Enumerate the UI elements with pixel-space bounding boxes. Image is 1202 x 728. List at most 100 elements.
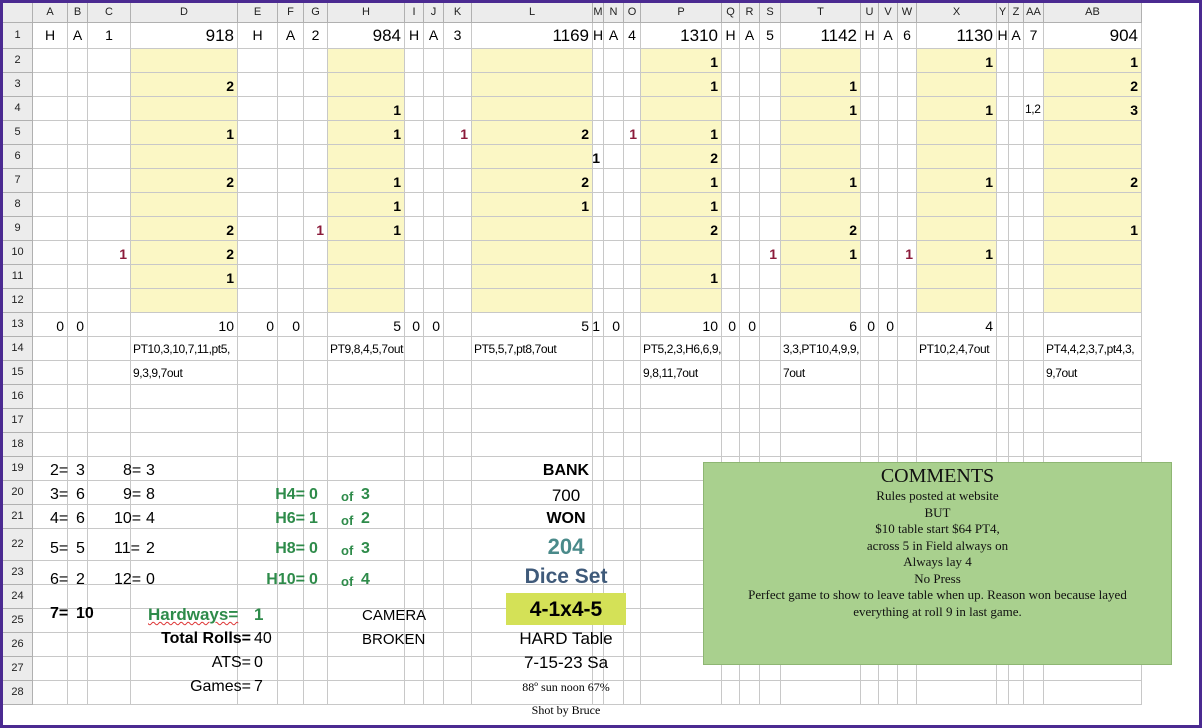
cell-v5[interactable] [879, 121, 898, 145]
cell-l1[interactable]: 1169 [472, 23, 593, 49]
cell-b7[interactable] [68, 169, 88, 193]
cell-e3[interactable] [238, 73, 278, 97]
cell-x28[interactable] [917, 681, 997, 705]
column-header-e[interactable]: E [238, 3, 278, 23]
cell-c3[interactable] [88, 73, 131, 97]
column-header-b[interactable]: B [68, 3, 88, 23]
cell-u7[interactable] [861, 169, 879, 193]
cell-k24[interactable] [444, 585, 472, 609]
cell-x13[interactable]: 4 [917, 313, 997, 337]
cell-i5[interactable] [405, 121, 424, 145]
cell-j25[interactable] [424, 609, 444, 633]
cell-o16[interactable] [624, 385, 641, 409]
cell-y15[interactable] [997, 361, 1009, 385]
cell-i6[interactable] [405, 145, 424, 169]
cell-v11[interactable] [879, 265, 898, 289]
column-header-q[interactable]: Q [722, 3, 740, 23]
cell-ab13[interactable] [1044, 313, 1142, 337]
cell-j2[interactable] [424, 49, 444, 73]
cell-t12[interactable] [781, 289, 861, 313]
cell-w7[interactable] [898, 169, 917, 193]
row-header-8[interactable]: 8 [3, 193, 33, 217]
cell-d3[interactable]: 2 [131, 73, 238, 97]
cell-c15[interactable] [88, 361, 131, 385]
cell-f12[interactable] [278, 289, 304, 313]
cell-p1[interactable]: 1310 [641, 23, 722, 49]
cell-p28[interactable] [641, 681, 722, 705]
cell-l3[interactable] [472, 73, 593, 97]
cell-t5[interactable] [781, 121, 861, 145]
cell-w9[interactable] [898, 217, 917, 241]
cell-l5[interactable]: 2 [472, 121, 593, 145]
cell-k15[interactable] [444, 361, 472, 385]
cell-z6[interactable] [1009, 145, 1024, 169]
cell-s10[interactable]: 1 [760, 241, 781, 265]
cell-f25[interactable] [278, 609, 304, 633]
cell-k23[interactable] [444, 561, 472, 585]
cell-b18[interactable] [68, 433, 88, 457]
cell-i14[interactable] [405, 337, 424, 361]
cell-m17[interactable] [593, 409, 604, 433]
cell-v13[interactable]: 0 [879, 313, 898, 337]
cell-c7[interactable] [88, 169, 131, 193]
cell-n4[interactable] [604, 97, 624, 121]
cell-c2[interactable] [88, 49, 131, 73]
cell-f19[interactable] [278, 457, 304, 481]
cell-f7[interactable] [278, 169, 304, 193]
cell-w3[interactable] [898, 73, 917, 97]
cell-e15[interactable] [238, 361, 278, 385]
cell-y16[interactable] [997, 385, 1009, 409]
cell-o4[interactable] [624, 97, 641, 121]
row-header-4[interactable]: 4 [3, 97, 33, 121]
cell-t8[interactable] [781, 193, 861, 217]
cell-y11[interactable] [997, 265, 1009, 289]
cell-g25[interactable] [304, 609, 328, 633]
cell-k3[interactable] [444, 73, 472, 97]
cell-p4[interactable] [641, 97, 722, 121]
cell-t1[interactable]: 1142 [781, 23, 861, 49]
cell-y1[interactable]: H [997, 23, 1009, 49]
cell-y28[interactable] [997, 681, 1009, 705]
cell-w28[interactable] [898, 681, 917, 705]
cell-i16[interactable] [405, 385, 424, 409]
column-header-a[interactable]: A [33, 3, 68, 23]
cell-z17[interactable] [1009, 409, 1024, 433]
cell-f16[interactable] [278, 385, 304, 409]
cell-m9[interactable] [593, 217, 604, 241]
cell-w18[interactable] [898, 433, 917, 457]
cell-p17[interactable] [641, 409, 722, 433]
cell-d12[interactable] [131, 289, 238, 313]
cell-y10[interactable] [997, 241, 1009, 265]
cell-ab12[interactable] [1044, 289, 1142, 313]
cell-n14[interactable] [604, 337, 624, 361]
cell-a14[interactable] [33, 337, 68, 361]
cell-z15[interactable] [1009, 361, 1024, 385]
cell-p13[interactable]: 10 [641, 313, 722, 337]
column-header-c[interactable]: C [88, 3, 131, 23]
cell-f2[interactable] [278, 49, 304, 73]
cell-u1[interactable]: H [861, 23, 879, 49]
cell-h15[interactable] [328, 361, 405, 385]
cell-n18[interactable] [604, 433, 624, 457]
cell-n12[interactable] [604, 289, 624, 313]
cell-o21[interactable] [624, 505, 641, 529]
cell-m3[interactable] [593, 73, 604, 97]
cell-c24[interactable] [88, 585, 131, 609]
cell-a16[interactable] [33, 385, 68, 409]
cell-n16[interactable] [604, 385, 624, 409]
cell-d14[interactable]: PT10,3,10,7,11,pt5, [131, 337, 238, 361]
cell-i28[interactable] [405, 681, 424, 705]
cell-b12[interactable] [68, 289, 88, 313]
cell-e7[interactable] [238, 169, 278, 193]
cell-d11[interactable]: 1 [131, 265, 238, 289]
cell-j24[interactable] [424, 585, 444, 609]
cell-o24[interactable] [624, 585, 641, 609]
cell-u14[interactable] [861, 337, 879, 361]
cell-u2[interactable] [861, 49, 879, 73]
cell-k7[interactable] [444, 169, 472, 193]
cell-q17[interactable] [722, 409, 740, 433]
cell-g26[interactable] [304, 633, 328, 657]
cell-q18[interactable] [722, 433, 740, 457]
cell-h14[interactable]: PT9,8,4,5,7out [328, 337, 405, 361]
cell-c16[interactable] [88, 385, 131, 409]
